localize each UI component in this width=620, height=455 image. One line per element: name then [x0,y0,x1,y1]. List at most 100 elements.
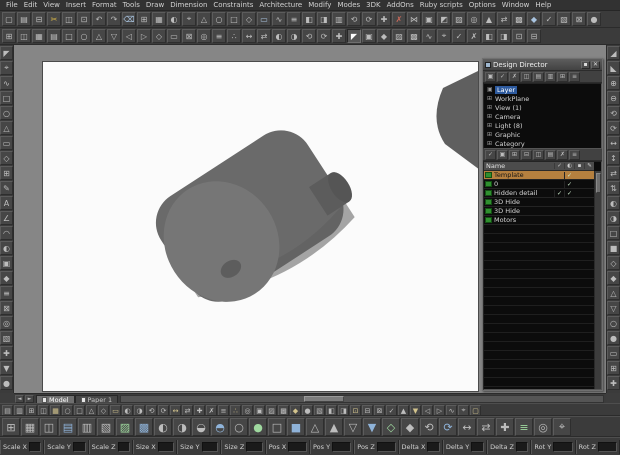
tree-item[interactable]: ⊞ Camera [484,112,601,121]
tool-icon[interactable]: ◐ [0,241,13,255]
status-field-input[interactable] [246,441,263,452]
tool-icon[interactable]: ○ [62,405,73,415]
status-field-input[interactable] [332,441,352,452]
panel-tool-icon[interactable]: ✓ [485,149,496,160]
layer-row[interactable]: 3D Hide [484,207,594,216]
tool-icon[interactable]: ◁ [122,29,136,43]
tool-icon[interactable]: ≡ [287,12,301,26]
tool-icon[interactable]: ⟳ [158,405,169,415]
tool-icon[interactable]: □ [62,29,76,43]
tool-icon[interactable]: ▽ [107,29,121,43]
tool-icon[interactable]: ▤ [2,405,13,415]
tool-icon[interactable]: ◎ [0,316,13,330]
tool-icon[interactable]: ↔ [458,418,476,436]
menu-item[interactable]: 3DK [363,0,383,11]
tool-icon[interactable]: △ [197,12,211,26]
tool-icon[interactable]: ○ [0,106,13,120]
tool-icon[interactable]: ⊠ [0,301,13,315]
tool-icon[interactable]: ▭ [257,12,271,26]
tool-icon[interactable]: ◐ [607,196,620,210]
tool-icon[interactable]: ⇄ [477,418,495,436]
tool-icon[interactable]: ↷ [107,12,121,26]
tool-icon[interactable]: ● [607,331,620,345]
tool-icon[interactable]: ◤ [0,46,13,60]
tool-icon[interactable]: ◑ [173,418,191,436]
tool-icon[interactable]: ▦ [50,405,61,415]
tool-icon[interactable]: ▷ [137,29,151,43]
tool-icon[interactable]: ▨ [392,29,406,43]
tool-icon[interactable]: ◆ [401,418,419,436]
tool-icon[interactable]: ⊕ [607,76,620,90]
tool-icon[interactable]: ■ [287,418,305,436]
tool-icon[interactable]: □ [74,405,85,415]
tool-icon[interactable]: ↕ [607,151,620,165]
tool-icon[interactable]: ⊡ [350,405,361,415]
tool-icon[interactable]: ◨ [317,12,331,26]
tool-icon[interactable]: ◓ [211,418,229,436]
tool-icon[interactable]: ◧ [482,29,496,43]
drawing-canvas[interactable] [42,61,479,392]
layer-cell[interactable]: ✓ [564,171,574,179]
tool-icon[interactable]: △ [92,29,106,43]
layer-row[interactable]: Template ✓ [484,171,594,180]
tool-icon[interactable]: ⊞ [137,12,151,26]
layer-cell[interactable]: ✓ [564,180,574,188]
column-header-icon[interactable]: ◐ [564,163,574,169]
tool-icon[interactable]: ⊞ [607,361,620,375]
tree-item[interactable]: ⊞ Category [484,139,601,148]
tool-icon[interactable]: ▲ [482,12,496,26]
tree-item[interactable]: ▣ Layer [484,85,601,94]
panel-tool-icon[interactable]: ▥ [545,71,556,82]
tool-icon[interactable]: ▥ [14,405,25,415]
tool-icon[interactable]: ∿ [272,12,286,26]
tree-expand-icon[interactable]: ⊞ [487,95,495,102]
tool-icon[interactable]: ▦ [32,29,46,43]
tool-icon[interactable]: ▲ [398,405,409,415]
tool-icon[interactable]: ▣ [0,256,13,270]
tree-expand-icon[interactable]: ⊞ [487,140,495,147]
tool-icon[interactable]: ✚ [332,29,346,43]
tool-icon[interactable]: ∿ [446,405,457,415]
tool-icon[interactable]: ⊞ [2,418,20,436]
panel-tool-icon[interactable]: ✗ [509,71,520,82]
tool-icon[interactable]: ⊟ [527,29,541,43]
tool-icon[interactable]: ⌖ [553,418,571,436]
menu-item[interactable]: View [40,0,63,11]
status-field-input[interactable] [117,441,130,452]
tool-icon[interactable]: ⌖ [182,12,196,26]
tool-icon[interactable]: □ [607,226,620,240]
tool-icon[interactable]: ▣ [422,12,436,26]
tool-icon[interactable]: △ [0,121,13,135]
tool-icon[interactable]: ● [302,405,313,415]
tool-icon[interactable]: ∿ [422,29,436,43]
tool-icon[interactable]: ▧ [314,405,325,415]
tool-icon[interactable]: ▢ [470,405,481,415]
name-column-header[interactable]: Name [486,162,554,170]
tool-icon[interactable]: ◇ [607,256,620,270]
tool-icon[interactable]: ⊞ [2,29,16,43]
tool-icon[interactable]: ◨ [497,29,511,43]
tool-icon[interactable]: ▼ [363,418,381,436]
tool-icon[interactable]: ◐ [272,29,286,43]
tool-icon[interactable]: ▨ [116,418,134,436]
tool-icon[interactable]: ⟲ [146,405,157,415]
tool-icon[interactable]: ⊟ [362,405,373,415]
tool-icon[interactable]: ▧ [557,12,571,26]
tool-icon[interactable]: △ [306,418,324,436]
tool-icon[interactable]: ⇅ [607,181,620,195]
tool-icon[interactable]: ⟳ [362,12,376,26]
tool-icon[interactable]: ↔ [242,29,256,43]
tool-icon[interactable]: ▩ [407,29,421,43]
tool-icon[interactable]: ⇄ [257,29,271,43]
tool-icon[interactable]: ◨ [338,405,349,415]
tool-icon[interactable]: ▲ [325,418,343,436]
tool-icon[interactable]: ◫ [38,405,49,415]
panel-window-button[interactable]: ▪ [581,60,590,69]
menu-item[interactable]: Format [89,0,120,11]
tool-icon[interactable]: ⊞ [26,405,37,415]
menu-item[interactable]: Options [466,0,499,11]
tool-icon[interactable]: ⌖ [437,29,451,43]
status-field-input[interactable] [157,441,175,452]
tool-icon[interactable]: ✚ [377,12,391,26]
tool-icon[interactable]: ◇ [242,12,256,26]
